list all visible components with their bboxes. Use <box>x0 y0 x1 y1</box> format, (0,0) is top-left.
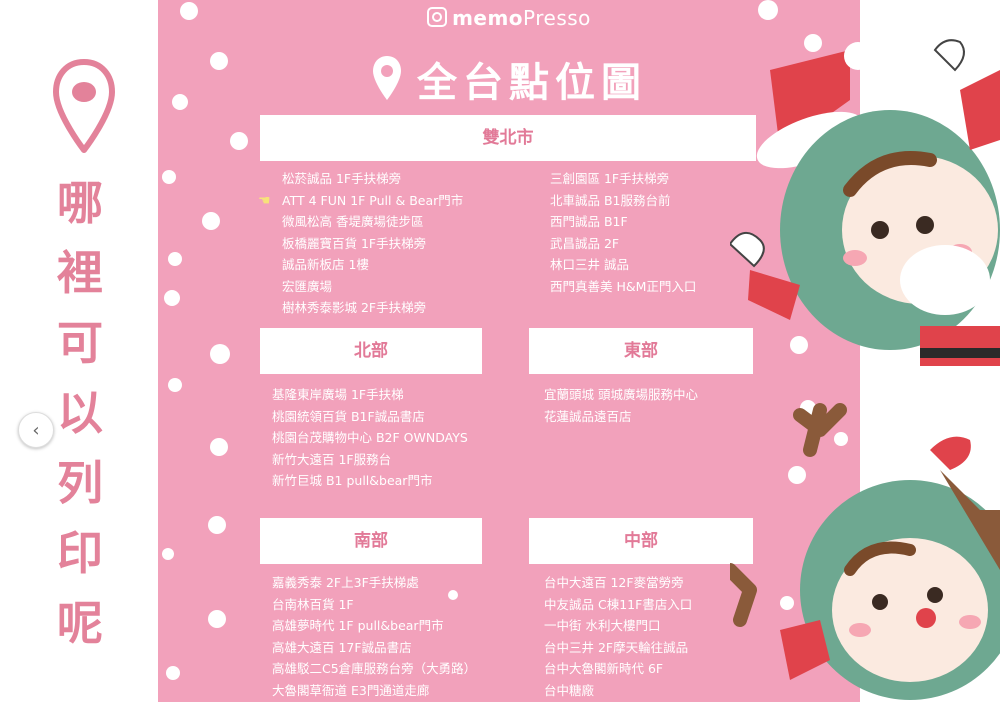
list-item: 板橋麗寶百貨 1F手扶梯旁 <box>282 235 427 251</box>
caption-char: 列 <box>57 456 103 510</box>
region-header-south: 南部 <box>260 518 482 564</box>
store-list-east: 宜蘭頭城 頭城廣場服務中心 花蓮誠品遠百店 <box>544 384 698 427</box>
list-item: 新竹巨城 B1 pull&bear門市 <box>272 473 433 488</box>
vertical-caption: 哪 裡 可 以 列 印 呢 <box>40 168 120 658</box>
carousel-prev-button[interactable]: ‹ <box>18 412 54 448</box>
list-item: 西門真善美 H&M正門入口 <box>550 278 697 294</box>
brand-prefix: memo <box>452 6 524 30</box>
left-caption-panel: 哪 裡 可 以 列 印 呢 <box>0 0 158 702</box>
store-list-north: 基隆東岸廣場 1F手扶梯 桃園統領百貨 B1F誠品書店 桃園台茂購物中心 B2F… <box>272 384 468 492</box>
caption-char: 哪 <box>57 176 103 230</box>
store-list-south: 嘉義秀泰 2F上3F手扶梯處 台南林百貨 1F 高雄夢時代 1F pull&be… <box>272 572 476 701</box>
list-item: 新竹大遠百 1F服務台 <box>272 451 392 467</box>
list-item: 西門誠品 B1F <box>550 214 628 229</box>
location-pin-icon <box>373 56 401 100</box>
region-header-east: 東部 <box>529 328 753 374</box>
map-pin-icon <box>53 59 115 153</box>
store-list-central: 台中大遠百 12F麥當勞旁 中友誠品 C棟11F書店入口 一中街 水利大樓門口 … <box>544 572 692 701</box>
list-item: 誠品新板店 1樓 <box>282 257 369 272</box>
list-item: 宜蘭頭城 頭城廣場服務中心 <box>544 387 698 402</box>
list-item: 高雄駁二C5倉庫服務台旁（大勇路） <box>272 661 477 676</box>
chevron-left-icon: ‹ <box>32 419 40 441</box>
list-item: 武昌誠品 2F <box>550 235 620 251</box>
caption-char: 裡 <box>57 246 103 300</box>
list-item: 台中大遠百 12F麥當勞旁 <box>544 575 684 590</box>
list-item: 微風松高 香堤廣場徒步區 <box>282 214 424 229</box>
list-item: 嘉義秀泰 2F上3F手扶梯處 <box>272 575 419 590</box>
store-list-shuangbei-left: 松菸誠品 1F手扶梯旁 ATT 4 FUN 1F Pull & Bear門市 微… <box>282 168 463 319</box>
list-item: 林口三井 誠品 <box>550 257 629 272</box>
brand-logo: memoPresso <box>158 6 860 30</box>
list-item: 一中街 水利大樓門口 <box>544 618 661 633</box>
caption-char: 可 <box>57 316 103 370</box>
list-item: 中友誠品 C棟11F書店入口 <box>544 596 693 612</box>
region-header-north: 北部 <box>260 328 482 374</box>
list-item: 台中糖廠 <box>544 682 595 698</box>
list-item: 大魯閣草衙道 E3門通道走廊 <box>272 682 430 698</box>
store-list-shuangbei-right: 三創園區 1F手扶梯旁 北車誠品 B1服務台前 西門誠品 B1F 武昌誠品 2F… <box>550 168 696 297</box>
reindeer-character-icon <box>730 403 1000 700</box>
list-item: 北車誠品 B1服務台前 <box>550 192 671 208</box>
region-header-central: 中部 <box>529 518 753 564</box>
list-item: 桃園台茂購物中心 B2F OWNDAYS <box>272 430 468 445</box>
list-item: 高雄大遠百 17F誠品書店 <box>272 639 412 655</box>
list-item: 基隆東岸廣場 1F手扶梯 <box>272 387 404 402</box>
list-item: 三創園區 1F手扶梯旁 <box>550 171 670 186</box>
santa-character-icon <box>730 39 1000 366</box>
list-item: 台中大魯閣新時代 6F <box>544 661 664 676</box>
caption-char: 呢 <box>57 596 103 650</box>
region-header-shuangbei: 雙北市 <box>260 115 756 161</box>
caption-char: 印 <box>57 526 103 580</box>
list-item: 花蓮誠品遠百店 <box>544 408 632 424</box>
list-item: ATT 4 FUN 1F Pull & Bear門市 <box>282 192 464 208</box>
title-text: 全台點位圖 <box>417 60 647 106</box>
list-item: 桃園統領百貨 B1F誠品書店 <box>272 408 425 424</box>
brand-suffix: Presso <box>523 6 591 30</box>
instagram-icon <box>427 7 448 27</box>
list-item: 樹林秀泰影城 2F手扶梯旁 <box>282 300 427 315</box>
christmas-characters-illustration <box>730 39 1000 700</box>
list-item: 台中三井 2F摩天輪往誠品 <box>544 639 689 655</box>
hand-pointer-icon: ☚ <box>258 193 271 209</box>
list-item: 松菸誠品 1F手扶梯旁 <box>282 171 402 186</box>
list-item: 台南林百貨 1F <box>272 596 354 612</box>
list-item: 高雄夢時代 1F pull&bear門市 <box>272 618 444 633</box>
list-item: 宏匯廣場 <box>282 278 333 294</box>
